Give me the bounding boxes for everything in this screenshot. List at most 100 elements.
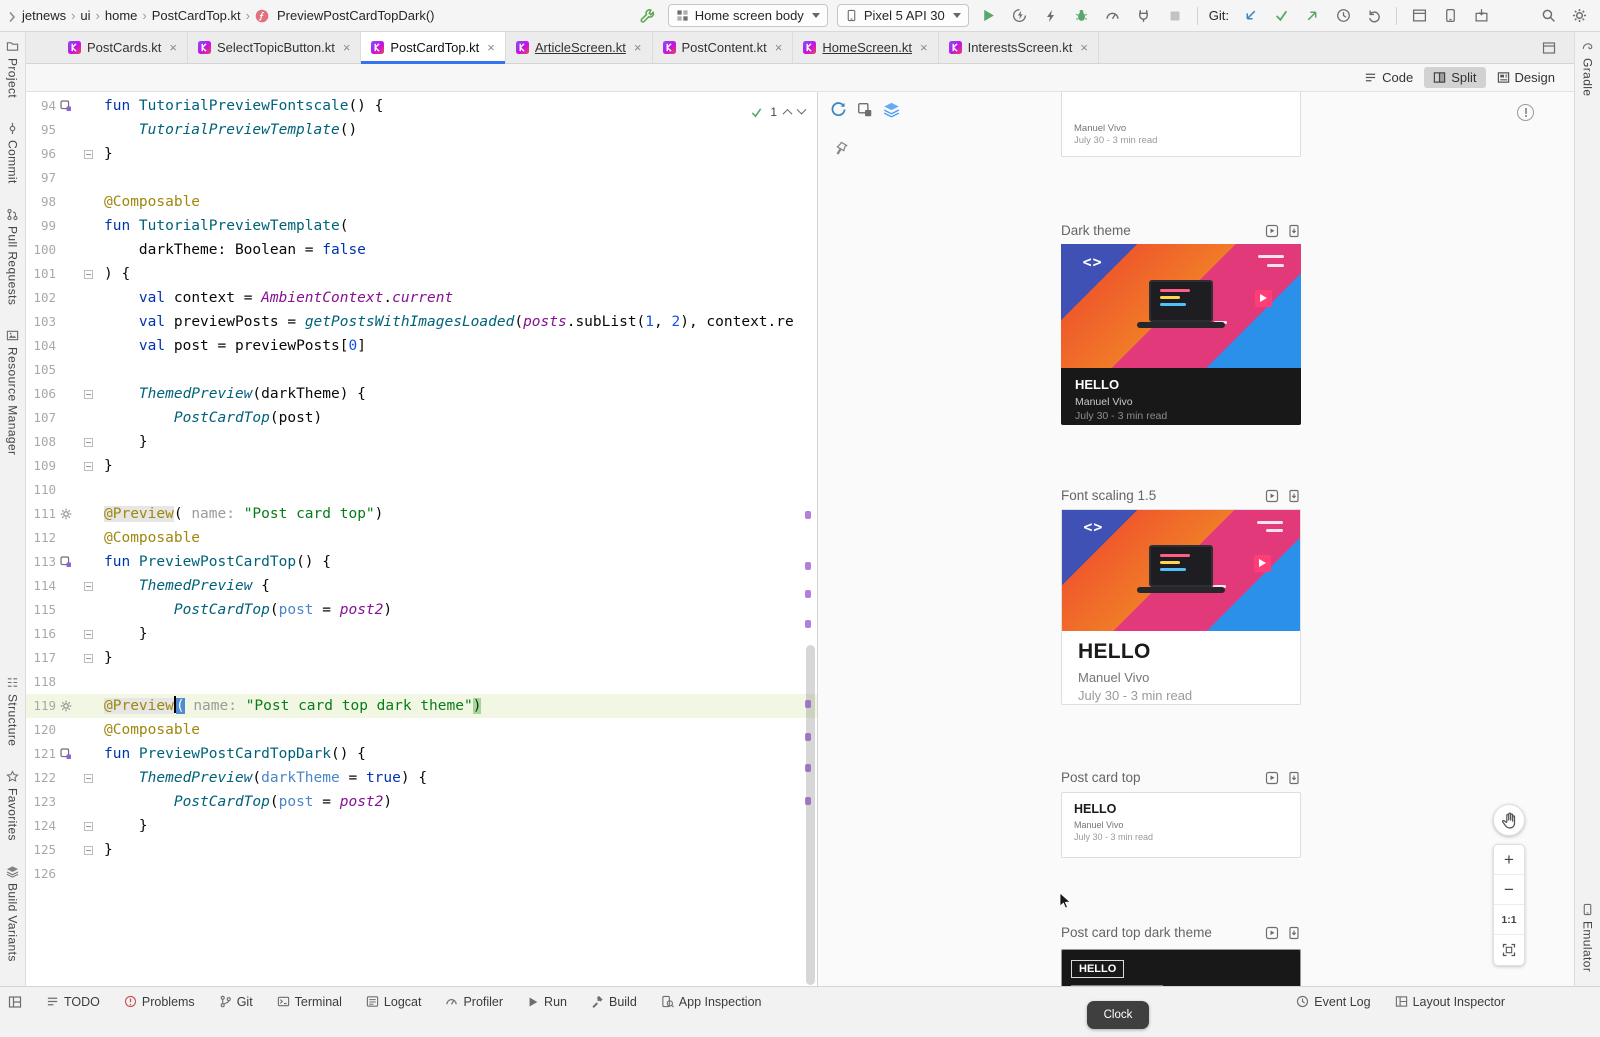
code-line-110[interactable]: 110 [26, 478, 817, 502]
code-line-104[interactable]: 104 val post = previewPosts[0] [26, 334, 817, 358]
fold-slot[interactable] [76, 430, 100, 454]
tab-design[interactable]: Design [1488, 67, 1564, 88]
prev-issue-icon[interactable] [783, 108, 793, 118]
code-line-115[interactable]: 115 PostCardTop(post = post2) [26, 598, 817, 622]
next-issue-icon[interactable] [797, 104, 807, 114]
fold-marker-icon[interactable] [84, 150, 93, 159]
compose-preview-gutter-icon[interactable] [60, 748, 72, 760]
statusbar-item-problems[interactable]: Problems [124, 995, 195, 1009]
build-refresh-icon[interactable] [857, 101, 873, 119]
code-line-96[interactable]: 96} [26, 142, 817, 166]
zoom-ratio-button[interactable]: 1:1 [1494, 905, 1524, 935]
statusbar-item-layout-inspector[interactable]: Layout Inspector [1395, 995, 1505, 1009]
code-line-121[interactable]: 121fun PreviewPostCardTopDark() { [26, 742, 817, 766]
fold-marker-icon[interactable] [84, 582, 93, 591]
fold-slot[interactable] [76, 814, 100, 838]
sidebar-item-favorites[interactable]: Favorites [6, 770, 20, 841]
breadcrumb-item-ui[interactable]: ui [78, 7, 92, 24]
close-icon[interactable]: × [1080, 40, 1088, 55]
sdk-manager-button[interactable] [1470, 5, 1492, 27]
code-line-122[interactable]: 122 ThemedPreview(darkTheme = true) { [26, 766, 817, 790]
sidebar-item-emulator[interactable]: Emulator [1581, 903, 1595, 972]
code-line-112[interactable]: 112@Composable [26, 526, 817, 550]
breadcrumb-item-home[interactable]: home [103, 7, 140, 24]
code-line-117[interactable]: 117} [26, 646, 817, 670]
zoom-out-button[interactable]: − [1494, 875, 1524, 905]
code-line-99[interactable]: 99fun TutorialPreviewTemplate( [26, 214, 817, 238]
code-line-124[interactable]: 124 } [26, 814, 817, 838]
pin-icon[interactable] [832, 138, 851, 159]
fold-marker-icon[interactable] [84, 822, 93, 831]
apply-changes-button[interactable] [1009, 5, 1031, 27]
git-commit-button[interactable] [1270, 5, 1292, 27]
search-everywhere-button[interactable] [1537, 5, 1559, 27]
git-push-button[interactable] [1301, 5, 1323, 27]
close-icon[interactable]: × [169, 40, 177, 55]
sidebar-item-build-variants[interactable]: Build Variants [6, 865, 20, 962]
tab-homescreen[interactable]: HomeScreen.kt × [793, 32, 938, 63]
code-line-118[interactable]: 118 [26, 670, 817, 694]
inspection-widget[interactable]: 1 [746, 103, 809, 121]
preview-card-post-card-top-dark[interactable]: HELLO [1061, 949, 1301, 986]
code-line-100[interactable]: 100 darkTheme: Boolean = false [26, 238, 817, 262]
fold-slot[interactable] [76, 646, 100, 670]
fold-marker-icon[interactable] [84, 774, 93, 783]
preview-card-partial-top[interactable]: Manuel Vivo July 30 - 3 min read [1061, 92, 1301, 157]
statusbar-item-terminal[interactable]: Terminal [277, 995, 342, 1009]
deploy-preview-icon[interactable] [1287, 769, 1301, 784]
settings-sync-button[interactable] [1568, 5, 1590, 27]
code-line-105[interactable]: 105 [26, 358, 817, 382]
fold-marker-icon[interactable] [84, 846, 93, 855]
tab-postcontent[interactable]: PostContent.kt × [653, 32, 794, 63]
editor-scrollbar[interactable] [806, 645, 815, 985]
code-line-102[interactable]: 102 val context = AmbientContext.current [26, 286, 817, 310]
gutter-icon-slot[interactable] [56, 694, 76, 718]
close-icon[interactable]: × [775, 40, 783, 55]
layout-inspector-toolbar-button[interactable] [1408, 5, 1430, 27]
fold-slot[interactable] [76, 454, 100, 478]
toolwindow-switcher-icon[interactable] [8, 994, 22, 1009]
tab-code[interactable]: Code [1355, 67, 1422, 88]
preview-card-dark-theme[interactable]: <> HELLO Manuel Vivo July 30 - 3 min rea… [1061, 244, 1301, 425]
preview-settings-gutter-icon[interactable] [60, 700, 72, 712]
layers-icon[interactable] [883, 101, 900, 119]
fold-marker-icon[interactable] [84, 630, 93, 639]
deploy-preview-icon[interactable] [1287, 924, 1301, 939]
deploy-preview-icon[interactable] [1287, 487, 1301, 502]
tab-articlescreen[interactable]: ArticleScreen.kt × [506, 32, 653, 63]
fold-slot[interactable] [76, 838, 100, 862]
preview-settings-gutter-icon[interactable] [60, 508, 72, 520]
breadcrumb-item-file[interactable]: PostCardTop.kt [150, 7, 243, 24]
fold-slot[interactable] [76, 142, 100, 166]
code-line-119[interactable]: 119@Preview( name: "Post card top dark t… [26, 694, 817, 718]
statusbar-item-event-log[interactable]: Event Log [1296, 995, 1370, 1009]
preview-card-font-scaling[interactable]: <> HELLO Manuel Vivo July 30 - 3 min rea… [1061, 509, 1301, 705]
fold-marker-icon[interactable] [84, 654, 93, 663]
interactive-preview-icon[interactable] [1265, 487, 1279, 502]
debug-button[interactable] [1071, 5, 1093, 27]
fold-marker-icon[interactable] [84, 390, 93, 399]
code-line-126[interactable]: 126 [26, 862, 817, 886]
clock-floating-button[interactable]: Clock [1087, 1001, 1149, 1029]
close-icon[interactable]: × [920, 40, 928, 55]
code-line-101[interactable]: 101) { [26, 262, 817, 286]
deploy-preview-icon[interactable] [1287, 222, 1301, 237]
tab-postcardtop[interactable]: PostCardTop.kt × [361, 32, 505, 63]
attach-debugger-button[interactable] [1133, 5, 1155, 27]
editor-layout-icon[interactable] [1542, 40, 1556, 56]
statusbar-item-todo[interactable]: TODO [46, 995, 100, 1009]
zoom-fit-button[interactable] [1494, 935, 1524, 965]
code-line-98[interactable]: 98@Composable [26, 190, 817, 214]
git-update-button[interactable] [1239, 5, 1261, 27]
sidebar-item-project[interactable]: Project [6, 40, 20, 98]
run-configuration-select[interactable]: Home screen body [668, 4, 828, 27]
fold-marker-icon[interactable] [84, 438, 93, 447]
interactive-preview-icon[interactable] [1265, 769, 1279, 784]
code-line-106[interactable]: 106 ThemedPreview(darkTheme) { [26, 382, 817, 406]
code-line-108[interactable]: 108 } [26, 430, 817, 454]
run-button[interactable] [978, 5, 1000, 27]
close-icon[interactable]: × [634, 40, 642, 55]
tab-split[interactable]: Split [1424, 67, 1485, 88]
statusbar-item-run[interactable]: Run [527, 995, 567, 1009]
fold-slot[interactable] [76, 574, 100, 598]
